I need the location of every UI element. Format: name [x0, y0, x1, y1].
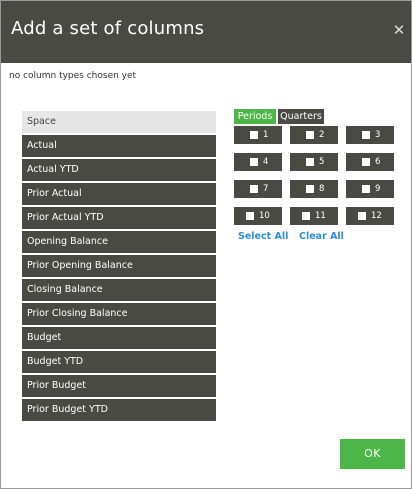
period-label: 2	[319, 130, 325, 140]
period-button-3[interactable]: 3	[346, 126, 394, 144]
period-button-2[interactable]: 2	[290, 126, 338, 144]
checkbox-icon[interactable]	[306, 185, 314, 193]
period-label: 6	[375, 157, 381, 167]
checkbox-icon[interactable]	[302, 212, 310, 220]
column-type-prior-budget-ytd[interactable]: Prior Budget YTD	[22, 399, 216, 421]
status-text: no column types chosen yet	[9, 71, 137, 81]
column-type-budget[interactable]: Budget	[22, 327, 216, 349]
column-type-list: Space Actual Actual YTD Prior Actual Pri…	[22, 111, 216, 423]
tab-periods[interactable]: Periods	[234, 109, 276, 124]
dialog-titlebar: Add a set of columns ✕	[1, 1, 411, 63]
add-columns-dialog: Add a set of columns ✕ no column types c…	[0, 0, 412, 489]
checkbox-icon[interactable]	[358, 212, 366, 220]
period-label: 9	[375, 184, 381, 194]
period-grid: 1 2 3 4 5 6 7 8 9 10 11 12	[234, 126, 394, 230]
period-label: 1	[263, 130, 269, 140]
column-type-opening-balance[interactable]: Opening Balance	[22, 231, 216, 253]
period-button-8[interactable]: 8	[290, 180, 338, 198]
checkbox-icon[interactable]	[362, 131, 370, 139]
checkbox-icon[interactable]	[250, 185, 258, 193]
checkbox-icon[interactable]	[306, 131, 314, 139]
select-all-link[interactable]: Select All	[238, 231, 288, 242]
period-label: 7	[263, 184, 269, 194]
column-type-prior-closing-balance[interactable]: Prior Closing Balance	[22, 303, 216, 325]
checkbox-icon[interactable]	[362, 185, 370, 193]
column-type-prior-opening-balance[interactable]: Prior Opening Balance	[22, 255, 216, 277]
column-type-prior-budget[interactable]: Prior Budget	[22, 375, 216, 397]
column-type-prior-actual-ytd[interactable]: Prior Actual YTD	[22, 207, 216, 229]
period-label: 3	[375, 130, 381, 140]
period-label: 11	[315, 211, 326, 221]
column-type-prior-actual[interactable]: Prior Actual	[22, 183, 216, 205]
period-button-6[interactable]: 6	[346, 153, 394, 171]
ok-button[interactable]: OK	[340, 439, 405, 469]
dialog-title: Add a set of columns	[11, 18, 205, 39]
column-type-budget-ytd[interactable]: Budget YTD	[22, 351, 216, 373]
period-label: 4	[263, 157, 269, 167]
period-label: 12	[371, 211, 382, 221]
period-button-4[interactable]: 4	[234, 153, 282, 171]
checkbox-icon[interactable]	[250, 158, 258, 166]
period-button-9[interactable]: 9	[346, 180, 394, 198]
period-label: 10	[259, 211, 270, 221]
period-button-5[interactable]: 5	[290, 153, 338, 171]
column-type-actual-ytd[interactable]: Actual YTD	[22, 159, 216, 181]
period-button-7[interactable]: 7	[234, 180, 282, 198]
period-label: 5	[319, 157, 325, 167]
period-button-11[interactable]: 11	[290, 207, 338, 225]
checkbox-icon[interactable]	[250, 131, 258, 139]
tab-quarters[interactable]: Quarters	[278, 109, 324, 124]
period-button-12[interactable]: 12	[346, 207, 394, 225]
period-button-1[interactable]: 1	[234, 126, 282, 144]
column-type-actual[interactable]: Actual	[22, 135, 216, 157]
checkbox-icon[interactable]	[246, 212, 254, 220]
period-label: 8	[319, 184, 325, 194]
checkbox-icon[interactable]	[362, 158, 370, 166]
period-button-10[interactable]: 10	[234, 207, 282, 225]
clear-all-link[interactable]: Clear All	[299, 231, 344, 242]
column-type-closing-balance[interactable]: Closing Balance	[22, 279, 216, 301]
column-type-space[interactable]: Space	[22, 111, 216, 133]
close-icon[interactable]: ✕	[391, 21, 407, 39]
checkbox-icon[interactable]	[306, 158, 314, 166]
